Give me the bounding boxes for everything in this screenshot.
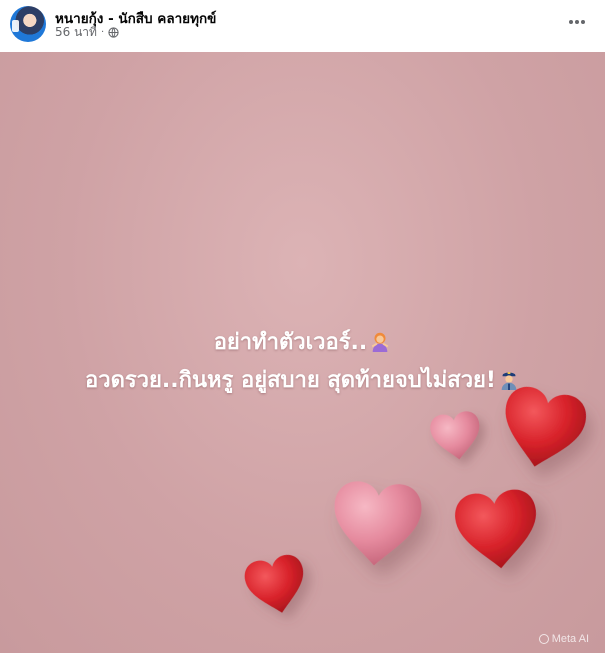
- heart-red-middle: [452, 487, 542, 573]
- heart-pink-large: [330, 479, 424, 569]
- post-timestamp[interactable]: 56 นาที: [55, 23, 97, 42]
- globe-icon[interactable]: [108, 26, 119, 38]
- more-options-button[interactable]: [565, 10, 589, 34]
- watermark-text: Meta AI: [551, 633, 589, 645]
- post-header: หนายกุ้ง - นักสืบ คลายทุกข์ 56 นาที ·: [0, 0, 605, 52]
- avatar-badge: [12, 20, 19, 32]
- post-meta: 56 นาที ·: [55, 25, 119, 39]
- woman-gesturing-icon: [372, 332, 389, 352]
- meta-ai-watermark: Meta AI: [538, 633, 589, 645]
- meta-separator: ·: [100, 26, 105, 38]
- heart-pink-small: [428, 409, 484, 463]
- author-avatar[interactable]: [10, 6, 46, 42]
- meta-ai-icon: [538, 634, 549, 644]
- caption-line-2-text: อวดรวย..กินหรู อยู่สบาย สุดท้ายจบไม่สวย!: [85, 368, 496, 393]
- caption-line-1: อย่าทำตัวเวอร์..: [0, 324, 605, 359]
- heart-red-bottom-left: [241, 551, 311, 619]
- post-image[interactable]: อย่าทำตัวเวอร์.. อวดรวย..กินหรู อยู่สบาย…: [0, 52, 605, 653]
- caption-line-1-text: อย่าทำตัวเวอร์..: [213, 330, 368, 355]
- more-options-icon: [569, 20, 585, 24]
- police-officer-icon: [501, 372, 517, 390]
- caption-line-2: อวดรวย..กินหรู อยู่สบาย สุดท้ายจบไม่สวย!: [0, 362, 605, 397]
